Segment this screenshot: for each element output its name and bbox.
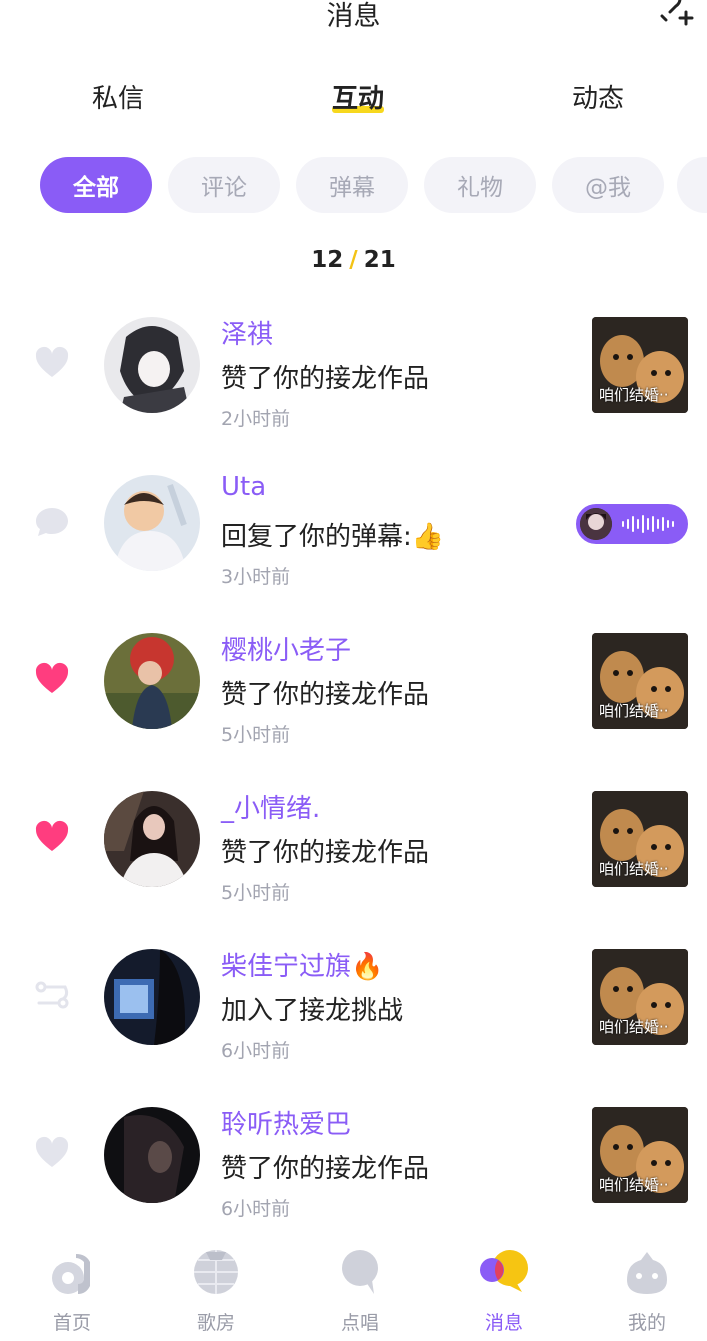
- message-text: 赞了你的接龙作品: [221, 680, 430, 710]
- nav-label: 我的: [627, 1312, 666, 1334]
- profile-icon: [623, 1248, 671, 1296]
- heart-icon[interactable]: [34, 345, 70, 381]
- work-thumbnail[interactable]: 咱们结婚··: [592, 949, 688, 1045]
- nav-karaoke-room[interactable]: 歌房: [166, 1238, 266, 1341]
- filter-chips: 全部 评论 弹幕 礼物 @我: [40, 157, 707, 213]
- message-bubbles-icon: [480, 1248, 528, 1296]
- nav-label: 首页: [52, 1312, 91, 1334]
- thumbnail-caption: 咱们结婚··: [599, 386, 669, 404]
- work-thumbnail[interactable]: 咱们结婚··: [592, 317, 688, 413]
- user-name[interactable]: Uta: [221, 472, 266, 502]
- tab-label: 私信: [92, 84, 145, 114]
- work-thumbnail[interactable]: 咱们结婚··: [592, 791, 688, 887]
- tab-label: 动态: [572, 84, 625, 114]
- timestamp: 6小时前: [221, 1198, 291, 1220]
- filter-mentions[interactable]: @我: [552, 157, 664, 213]
- avatar[interactable]: [104, 949, 200, 1045]
- list-item[interactable]: 聆听热爱巴 赞了你的接龙作品 6小时前 咱们结婚··: [0, 1107, 707, 1237]
- avatar[interactable]: [104, 791, 200, 887]
- home-icon: [48, 1248, 96, 1296]
- work-thumbnail[interactable]: 咱们结婚··: [592, 1107, 688, 1203]
- heart-filled-icon[interactable]: [34, 819, 70, 855]
- thumbnail-caption: 咱们结婚··: [599, 1176, 669, 1194]
- relay-icon[interactable]: [34, 977, 70, 1013]
- timestamp: 3小时前: [221, 566, 291, 588]
- tab-interactions[interactable]: 互动: [332, 78, 385, 115]
- tab-label: 互动: [332, 84, 385, 114]
- nav-label: 点唱: [340, 1312, 379, 1334]
- thumbnail-caption: 咱们结婚··: [599, 1018, 669, 1036]
- comment-bubble-icon[interactable]: [34, 503, 70, 539]
- heart-icon[interactable]: [34, 1135, 70, 1171]
- nav-home[interactable]: 首页: [22, 1238, 122, 1341]
- work-thumbnail[interactable]: 咱们结婚··: [592, 633, 688, 729]
- timestamp: 5小时前: [221, 882, 291, 904]
- user-name[interactable]: 樱桃小老子: [221, 630, 351, 667]
- page-current: 12: [311, 247, 344, 273]
- avatar[interactable]: [104, 1107, 200, 1203]
- nav-label: 歌房: [196, 1312, 235, 1334]
- waveform-icon: [622, 515, 674, 533]
- page-total: 21: [363, 247, 396, 273]
- thumbnail-caption: 咱们结婚··: [599, 702, 669, 720]
- list-item[interactable]: 柴佳宁过旗🔥 加入了接龙挑战 6小时前 咱们结婚··: [0, 949, 707, 1079]
- message-text: 加入了接龙挑战: [221, 996, 404, 1026]
- avatar[interactable]: [104, 317, 200, 413]
- heart-filled-icon[interactable]: [34, 661, 70, 697]
- list-item[interactable]: _小情绪. 赞了你的接龙作品 5小时前 咱们结婚··: [0, 791, 707, 921]
- page-indicator: 12/21: [0, 247, 707, 273]
- voice-message-button[interactable]: [576, 504, 688, 544]
- filter-comments[interactable]: 评论: [168, 157, 280, 213]
- timestamp: 2小时前: [221, 408, 291, 430]
- filter-all[interactable]: 全部: [40, 157, 152, 213]
- user-name[interactable]: 聆听热爱巴: [221, 1104, 351, 1141]
- bottom-nav: 首页 歌房 点唱 消息 我的: [0, 1238, 707, 1341]
- filter-danmaku[interactable]: 弹幕: [296, 157, 408, 213]
- tab-private-messages[interactable]: 私信: [92, 78, 144, 115]
- message-text: 赞了你的接龙作品: [221, 1154, 430, 1184]
- avatar[interactable]: [104, 475, 200, 571]
- timestamp: 6小时前: [221, 1040, 291, 1062]
- page-separator: /: [349, 247, 358, 273]
- microphone-bubble-icon: [336, 1248, 384, 1296]
- tab-moments[interactable]: 动态: [572, 78, 624, 115]
- timestamp: 5小时前: [221, 724, 291, 746]
- user-name[interactable]: 泽祺: [221, 314, 273, 351]
- page-title: 消息: [326, 1, 381, 32]
- user-name[interactable]: _小情绪.: [221, 788, 320, 825]
- message-text: 赞了你的接龙作品: [221, 364, 430, 394]
- message-text: 回复了你的弹幕:👍: [221, 522, 445, 552]
- thumbnail-caption: 咱们结婚··: [599, 860, 669, 878]
- nav-song-request[interactable]: 点唱: [310, 1238, 410, 1341]
- message-text: 赞了你的接龙作品: [221, 838, 430, 868]
- nav-label: 消息: [484, 1312, 523, 1334]
- user-name[interactable]: 柴佳宁过旗🔥: [221, 946, 383, 983]
- filter-more[interactable]: [677, 157, 707, 213]
- disco-ball-icon: [192, 1248, 240, 1296]
- voice-avatar: [580, 508, 612, 540]
- list-item[interactable]: Uta 回复了你的弹幕:👍 3小时前: [0, 472, 707, 605]
- filter-gifts[interactable]: 礼物: [424, 157, 536, 213]
- list-item[interactable]: 樱桃小老子 赞了你的接龙作品 5小时前 咱们结婚··: [0, 633, 707, 763]
- nav-messages[interactable]: 消息: [454, 1238, 554, 1341]
- list-item[interactable]: 泽祺 赞了你的接龙作品 2小时前 咱们结婚··: [0, 317, 707, 447]
- nav-profile[interactable]: 我的: [597, 1238, 697, 1341]
- add-friend-icon[interactable]: [656, 0, 696, 30]
- avatar[interactable]: [104, 633, 200, 729]
